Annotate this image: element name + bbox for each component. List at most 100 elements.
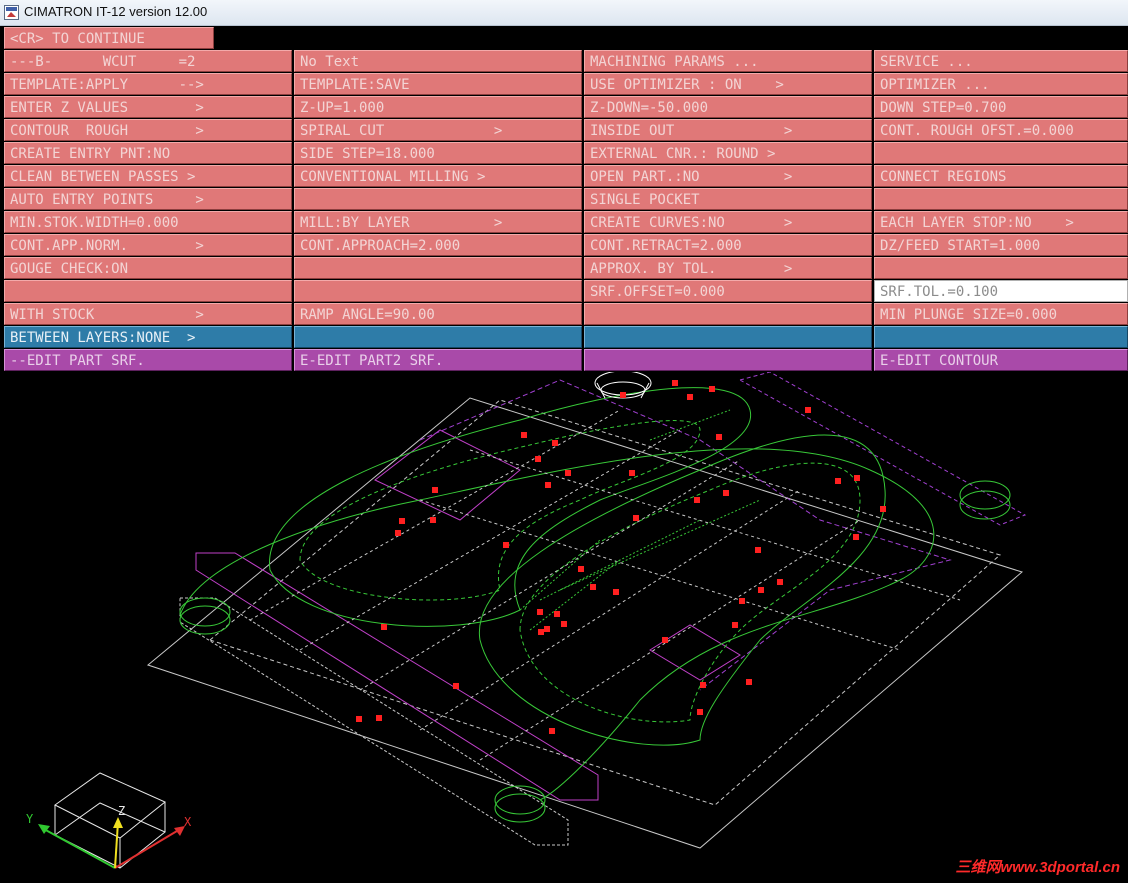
marker-square bbox=[739, 598, 745, 604]
marker-square bbox=[835, 478, 841, 484]
z-axis-label: Z bbox=[118, 804, 125, 818]
menu-cell-each-layer-stop-no[interactable]: EACH LAYER STOP:NO > bbox=[874, 211, 1128, 233]
menu-cell-auto-entry-points[interactable]: AUTO ENTRY POINTS > bbox=[4, 188, 292, 210]
menu-cell-external-cnr-round[interactable]: EXTERNAL CNR.: ROUND > bbox=[584, 142, 872, 164]
watermark: 三维网www.3dportal.cn bbox=[955, 859, 1120, 876]
menu-cell-z-up-1-000[interactable]: Z-UP=1.000 bbox=[294, 96, 582, 118]
menu-cell-empty[interactable] bbox=[584, 349, 872, 371]
marker-square bbox=[381, 624, 387, 630]
marker-square bbox=[853, 534, 859, 540]
marker-square bbox=[356, 716, 362, 722]
menu-cell-inside-out[interactable]: INSIDE OUT > bbox=[584, 119, 872, 141]
menu-cell-e-edit-part2-srf[interactable]: E-EDIT PART2 SRF. bbox=[294, 349, 582, 371]
menu-panel: <CR> TO CONTINUE ---B- WCUT =2 No Text MAC… bbox=[0, 26, 1128, 372]
window-title: CIMATRON IT-12 version 12.00 bbox=[24, 4, 208, 19]
marker-square bbox=[672, 380, 678, 386]
menu-cell-cont-app-norm[interactable]: CONT.APP.NORM. > bbox=[4, 234, 292, 256]
menu-cell-min-plunge-size-0-000[interactable]: MIN PLUNGE SIZE=0.000 bbox=[874, 303, 1128, 325]
marker-square bbox=[732, 622, 738, 628]
menu-cell-empty[interactable] bbox=[874, 188, 1128, 210]
menu-cell-empty[interactable] bbox=[294, 257, 582, 279]
marker-square bbox=[620, 392, 626, 398]
menu-cell-empty[interactable] bbox=[294, 188, 582, 210]
marker-square bbox=[709, 386, 715, 392]
menu-cell-min-stok-width-0-000[interactable]: MIN.STOK.WIDTH=0.000 bbox=[4, 211, 292, 233]
menu-cell-gouge-check-on[interactable]: GOUGE CHECK:ON bbox=[4, 257, 292, 279]
menu-cell-empty[interactable] bbox=[874, 142, 1128, 164]
marker-square bbox=[700, 682, 706, 688]
marker-square bbox=[633, 515, 639, 521]
marker-square bbox=[503, 542, 509, 548]
menu-cell-between-layers-none[interactable]: BETWEEN LAYERS:NONE > bbox=[4, 326, 292, 348]
menu-cell-cont-retract-2-000[interactable]: CONT.RETRACT=2.000 bbox=[584, 234, 872, 256]
y-axis-label: Y bbox=[26, 812, 34, 826]
graphics-viewport[interactable]: X Y Z 三维网www.3dportal.cn bbox=[0, 372, 1128, 883]
menu-cell-connect-regions[interactable]: CONNECT REGIONS bbox=[874, 165, 1128, 187]
menu-cell-z-down-50-000[interactable]: Z-DOWN=-50.000 bbox=[584, 96, 872, 118]
menu-cell-srf-offset-0-000[interactable]: SRF.OFFSET=0.000 bbox=[584, 280, 872, 302]
menu-cell-cont-approach-2-000[interactable]: CONT.APPROACH=2.000 bbox=[294, 234, 582, 256]
marker-square bbox=[535, 456, 541, 462]
menu-cell-approx-by-tol[interactable]: APPROX. BY TOL. > bbox=[584, 257, 872, 279]
continue-button[interactable]: <CR> TO CONTINUE bbox=[4, 27, 214, 49]
menu-cell-down-step-0-700[interactable]: DOWN STEP=0.700 bbox=[874, 96, 1128, 118]
marker-square bbox=[538, 629, 544, 635]
marker-square bbox=[629, 470, 635, 476]
menu-cell-create-curves-no[interactable]: CREATE CURVES:NO > bbox=[584, 211, 872, 233]
marker-square bbox=[395, 530, 401, 536]
menu-cell-no-text[interactable]: No Text bbox=[294, 50, 582, 72]
marker-square bbox=[777, 579, 783, 585]
marker-square bbox=[590, 584, 596, 590]
left-boss-circle-lower bbox=[179, 605, 231, 635]
marker-square bbox=[453, 683, 459, 689]
menu-cell-use-optimizer-on[interactable]: USE OPTIMIZER : ON > bbox=[584, 73, 872, 95]
green-surface-right-inner bbox=[519, 462, 861, 723]
marker-square bbox=[755, 547, 761, 553]
marker-square bbox=[880, 506, 886, 512]
menu-cell-empty[interactable] bbox=[874, 257, 1128, 279]
menu-cell-template-apply[interactable]: TEMPLATE:APPLY --> bbox=[4, 73, 292, 95]
menu-cell-mill-by-layer[interactable]: MILL:BY LAYER > bbox=[294, 211, 582, 233]
menu-cell-empty[interactable] bbox=[4, 280, 292, 302]
menu-cell-single-pocket[interactable]: SINGLE POCKET bbox=[584, 188, 872, 210]
menu-cell-optimizer[interactable]: OPTIMIZER ... bbox=[874, 73, 1128, 95]
menu-cell-b-wcut-2[interactable]: ---B- WCUT =2 bbox=[4, 50, 292, 72]
menu-cell-empty[interactable] bbox=[294, 326, 582, 348]
menu-cell-create-entry-pnt-no[interactable]: CREATE ENTRY PNT:NO bbox=[4, 142, 292, 164]
menu-cell-empty[interactable] bbox=[584, 326, 872, 348]
toolpath-wireframe[interactable]: X Y Z bbox=[0, 372, 1128, 883]
menu-cell-dz-feed-start-1-000[interactable]: DZ/FEED START=1.000 bbox=[874, 234, 1128, 256]
menu-cell-contour-rough[interactable]: CONTOUR ROUGH > bbox=[4, 119, 292, 141]
menu-cell-spiral-cut[interactable]: SPIRAL CUT > bbox=[294, 119, 582, 141]
menu-cell-service[interactable]: SERVICE ... bbox=[874, 50, 1128, 72]
menu-cell-empty[interactable] bbox=[294, 280, 582, 302]
marker-square bbox=[544, 626, 550, 632]
marker-square bbox=[554, 611, 560, 617]
y-axis-arrow bbox=[41, 827, 116, 869]
menu-cell-template-save[interactable]: TEMPLATE:SAVE bbox=[294, 73, 582, 95]
menu-cell-enter-z-values[interactable]: ENTER Z VALUES > bbox=[4, 96, 292, 118]
menu-cell-cont-rough-ofst-0-000[interactable]: CONT. ROUGH OFST.=0.000 bbox=[874, 119, 1128, 141]
purple-pocket bbox=[649, 624, 741, 681]
axis-triad bbox=[38, 772, 185, 869]
menu-cell-empty[interactable] bbox=[874, 326, 1128, 348]
marker-square bbox=[854, 475, 860, 481]
marker-square bbox=[537, 609, 543, 615]
menu-cell-machining-params[interactable]: MACHINING PARAMS ... bbox=[584, 50, 872, 72]
marker-square bbox=[746, 679, 752, 685]
srf-tol-input[interactable]: SRF.TOL.=0.100 bbox=[874, 280, 1128, 302]
menu-cell-e-edit-contour[interactable]: E-EDIT CONTOUR bbox=[874, 349, 1128, 371]
menu-cell-ramp-angle-90-00[interactable]: RAMP ANGLE=90.00 bbox=[294, 303, 582, 325]
marker-square bbox=[549, 728, 555, 734]
cimatron-app-icon[interactable] bbox=[4, 5, 19, 20]
menu-cell-edit-part-srf[interactable]: --EDIT PART SRF. bbox=[4, 349, 292, 371]
menu-cell-side-step-18-000[interactable]: SIDE STEP=18.000 bbox=[294, 142, 582, 164]
marker-square bbox=[613, 589, 619, 595]
menu-cell-empty[interactable] bbox=[584, 303, 872, 325]
menu-cell-with-stock[interactable]: WITH STOCK > bbox=[4, 303, 292, 325]
menu-cell-open-part-no[interactable]: OPEN PART.:NO > bbox=[584, 165, 872, 187]
marker-square bbox=[399, 518, 405, 524]
menu-cell-clean-between-passes[interactable]: CLEAN BETWEEN PASSES > bbox=[4, 165, 292, 187]
menu-cell-conventional-milling[interactable]: CONVENTIONAL MILLING > bbox=[294, 165, 582, 187]
green-surface-right bbox=[478, 434, 886, 746]
